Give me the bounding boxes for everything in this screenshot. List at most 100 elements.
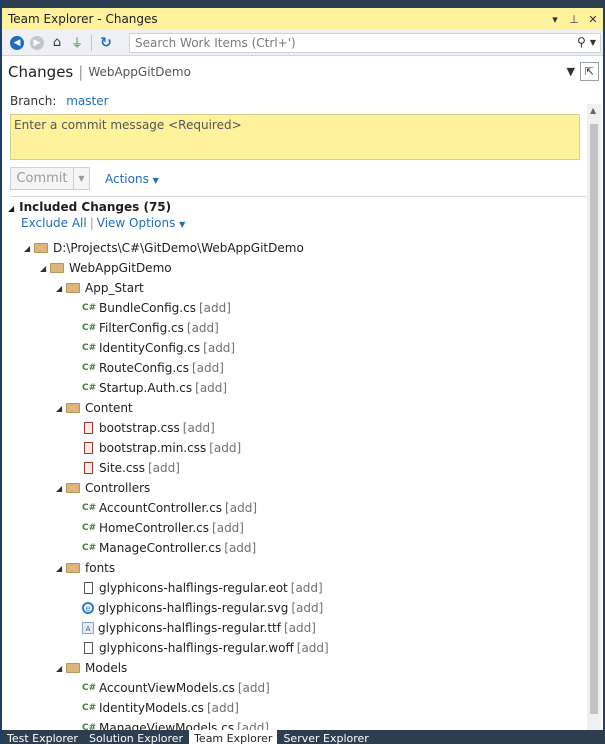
tree-file-row[interactable]: C# Startup.Auth.cs [add] (72, 378, 227, 398)
search-icon[interactable]: ⚲ (577, 35, 586, 51)
change-status: [add] (237, 721, 270, 730)
change-status: [add] (224, 541, 257, 555)
expand-triangle-icon[interactable]: ◢ (24, 244, 34, 253)
folder-icon (66, 283, 80, 293)
close-icon[interactable]: ✕ (587, 13, 599, 26)
back-button[interactable]: ◀ (7, 33, 27, 53)
commit-dropdown-icon[interactable]: ▼ (73, 168, 89, 189)
search-icons: ⚲ ▼ (577, 35, 596, 51)
tree-file-row[interactable]: C# IdentityModels.cs [add] (72, 698, 239, 718)
collapse-triangle-icon[interactable]: ◢ (8, 204, 14, 213)
expand-triangle-icon[interactable]: ◢ (56, 284, 66, 293)
commit-button[interactable]: Commit ▼ (10, 167, 90, 190)
csharp-file-icon: C# (82, 543, 97, 553)
undock-icon[interactable]: ⇱ (580, 62, 599, 81)
tree-file-row[interactable]: e glyphicons-halflings-regular.svg [add] (72, 598, 323, 618)
change-status: [add] (212, 521, 244, 535)
scroll-up-icon[interactable]: ▲ (590, 106, 596, 115)
tree-item-name: App_Start (85, 281, 144, 295)
tree-file-row[interactable]: glyphicons-halflings-regular.eot [add] (72, 578, 323, 598)
tree-folder-row[interactable]: ◢ App_Start (56, 278, 144, 298)
tree-file-row[interactable]: C# AccountViewModels.cs [add] (72, 678, 270, 698)
connect-button[interactable]: ⏚ (67, 33, 87, 53)
section-divider (10, 196, 586, 197)
change-status: [add] (192, 361, 224, 375)
bottom-tab-strip: Test Explorer Solution Explorer Team Explo… (2, 730, 605, 744)
expand-triangle-icon[interactable]: ◢ (56, 664, 66, 673)
scroll-thumb[interactable] (590, 124, 598, 714)
home-button[interactable]: ⌂ (47, 33, 67, 53)
actions-menu[interactable]: Actions ▼ (105, 172, 159, 186)
tree-folder-row[interactable]: ◢ WebAppGitDemo (40, 258, 172, 278)
branch-link[interactable]: master (66, 94, 108, 108)
window-title: Team Explorer - Changes (8, 12, 158, 26)
csharp-file-icon: C# (82, 363, 97, 373)
team-explorer-window: Team Explorer - Changes ▾ ⊥ ✕ ◀ ▶ ⌂ ⏚ ↻ … (0, 0, 605, 744)
expand-triangle-icon[interactable]: ◢ (56, 484, 66, 493)
home-icon: ⌂ (52, 35, 62, 50)
tab-test-explorer[interactable]: Test Explorer (2, 730, 83, 744)
folder-icon (66, 663, 80, 673)
tree-item-name: bootstrap.css (99, 421, 180, 435)
tab-team-explorer[interactable]: Team Explorer (189, 730, 278, 744)
repository-name: WebAppGitDemo (88, 65, 191, 79)
expand-triangle-icon[interactable]: ◢ (40, 264, 50, 273)
tree-file-row[interactable]: C# RouteConfig.cs [add] (72, 358, 224, 378)
tree-file-row[interactable]: C# FilterConfig.cs [add] (72, 318, 219, 338)
pin-icon[interactable]: ⊥ (568, 13, 580, 26)
tree-file-row[interactable]: bootstrap.min.css [add] (72, 438, 241, 458)
change-status: [add] (186, 321, 219, 335)
included-changes-header[interactable]: ◢ Included Changes (75) (8, 200, 171, 214)
tree-file-row[interactable]: Aglyphicons-halflings-regular.ttf [add] (72, 618, 316, 638)
tab-solution-explorer[interactable]: Solution Explorer (84, 730, 188, 744)
change-status: [add] (283, 621, 316, 635)
commit-message-input[interactable]: Enter a commit message <Required> (10, 114, 580, 160)
branch-label: Branch: (10, 94, 57, 108)
search-dropdown-icon[interactable]: ▼ (590, 35, 596, 51)
tree-folder-row[interactable]: ◢ Controllers (56, 478, 150, 498)
tree-item-name: Models (85, 661, 128, 675)
page-dropdown-icon[interactable]: ▼ (567, 65, 575, 78)
search-work-items-input[interactable]: Search Work Items (Ctrl+') ⚲ ▼ (129, 33, 601, 53)
tab-server-explorer[interactable]: Server Explorer (278, 730, 373, 744)
forward-button[interactable]: ▶ (27, 33, 47, 53)
tree-file-row[interactable]: C# ManageViewModels.cs [add] (72, 718, 269, 730)
window-position-icon[interactable]: ▾ (549, 13, 561, 26)
tree-folder-row[interactable]: ◢ Models (56, 658, 127, 678)
commit-message-placeholder: Enter a commit message <Required> (14, 118, 242, 132)
tree-item-name: glyphicons-halflings-regular.svg (98, 601, 289, 615)
commit-controls: Commit ▼ Actions ▼ (10, 167, 159, 190)
document-file-icon (84, 642, 93, 654)
tree-item-name: HomeController.cs (99, 521, 210, 535)
tree-folder-row[interactable]: ◢ D:\Projects\C#\GitDemo\WebAppGitDemo (24, 238, 304, 258)
tree-file-row[interactable]: glyphicons-halflings-regular.woff [add] (72, 638, 329, 658)
expand-triangle-icon[interactable]: ◢ (56, 404, 66, 413)
refresh-button[interactable]: ↻ (96, 33, 116, 53)
change-status: [add] (198, 301, 231, 315)
tree-file-row[interactable]: C# IdentityConfig.cs [add] (72, 338, 235, 358)
toolbar: ◀ ▶ ⌂ ⏚ ↻ Search Work Items (Ctrl+') ⚲ ▼ (2, 30, 603, 56)
tree-file-row[interactable]: C# AccountController.cs [add] (72, 498, 257, 518)
tree-file-row[interactable]: C# ManageController.cs [add] (72, 538, 256, 558)
page-header: Changes | WebAppGitDemo ▼ ⇱ (2, 57, 603, 87)
tree-file-row[interactable]: bootstrap.css [add] (72, 418, 215, 438)
tree-item-name: AccountViewModels.cs (99, 681, 235, 695)
vertical-scrollbar[interactable]: ▲ (587, 104, 601, 730)
link-separator: | (89, 216, 94, 230)
tree-item-name: FilterConfig.cs (99, 321, 184, 335)
view-options-dropdown-icon: ▼ (179, 220, 186, 229)
header-separator: | (78, 63, 84, 81)
folder-icon (34, 243, 48, 253)
exclude-all-link[interactable]: Exclude All (21, 216, 87, 230)
view-options-link[interactable]: View Options ▼ (97, 216, 186, 230)
change-status: [add] (237, 681, 270, 695)
expand-triangle-icon[interactable]: ◢ (56, 564, 66, 573)
toolbar-separator (91, 34, 92, 51)
tree-file-row[interactable]: C# BundleConfig.cs [add] (72, 298, 231, 318)
tree-file-row[interactable]: C# HomeController.cs [add] (72, 518, 244, 538)
page-title[interactable]: Changes (8, 63, 73, 81)
tree-folder-row[interactable]: ◢ fonts (56, 558, 115, 578)
tree-folder-row[interactable]: ◢ Content (56, 398, 133, 418)
tree-file-row[interactable]: Site.css [add] (72, 458, 180, 478)
included-changes-title: Included Changes (75) (19, 200, 172, 214)
